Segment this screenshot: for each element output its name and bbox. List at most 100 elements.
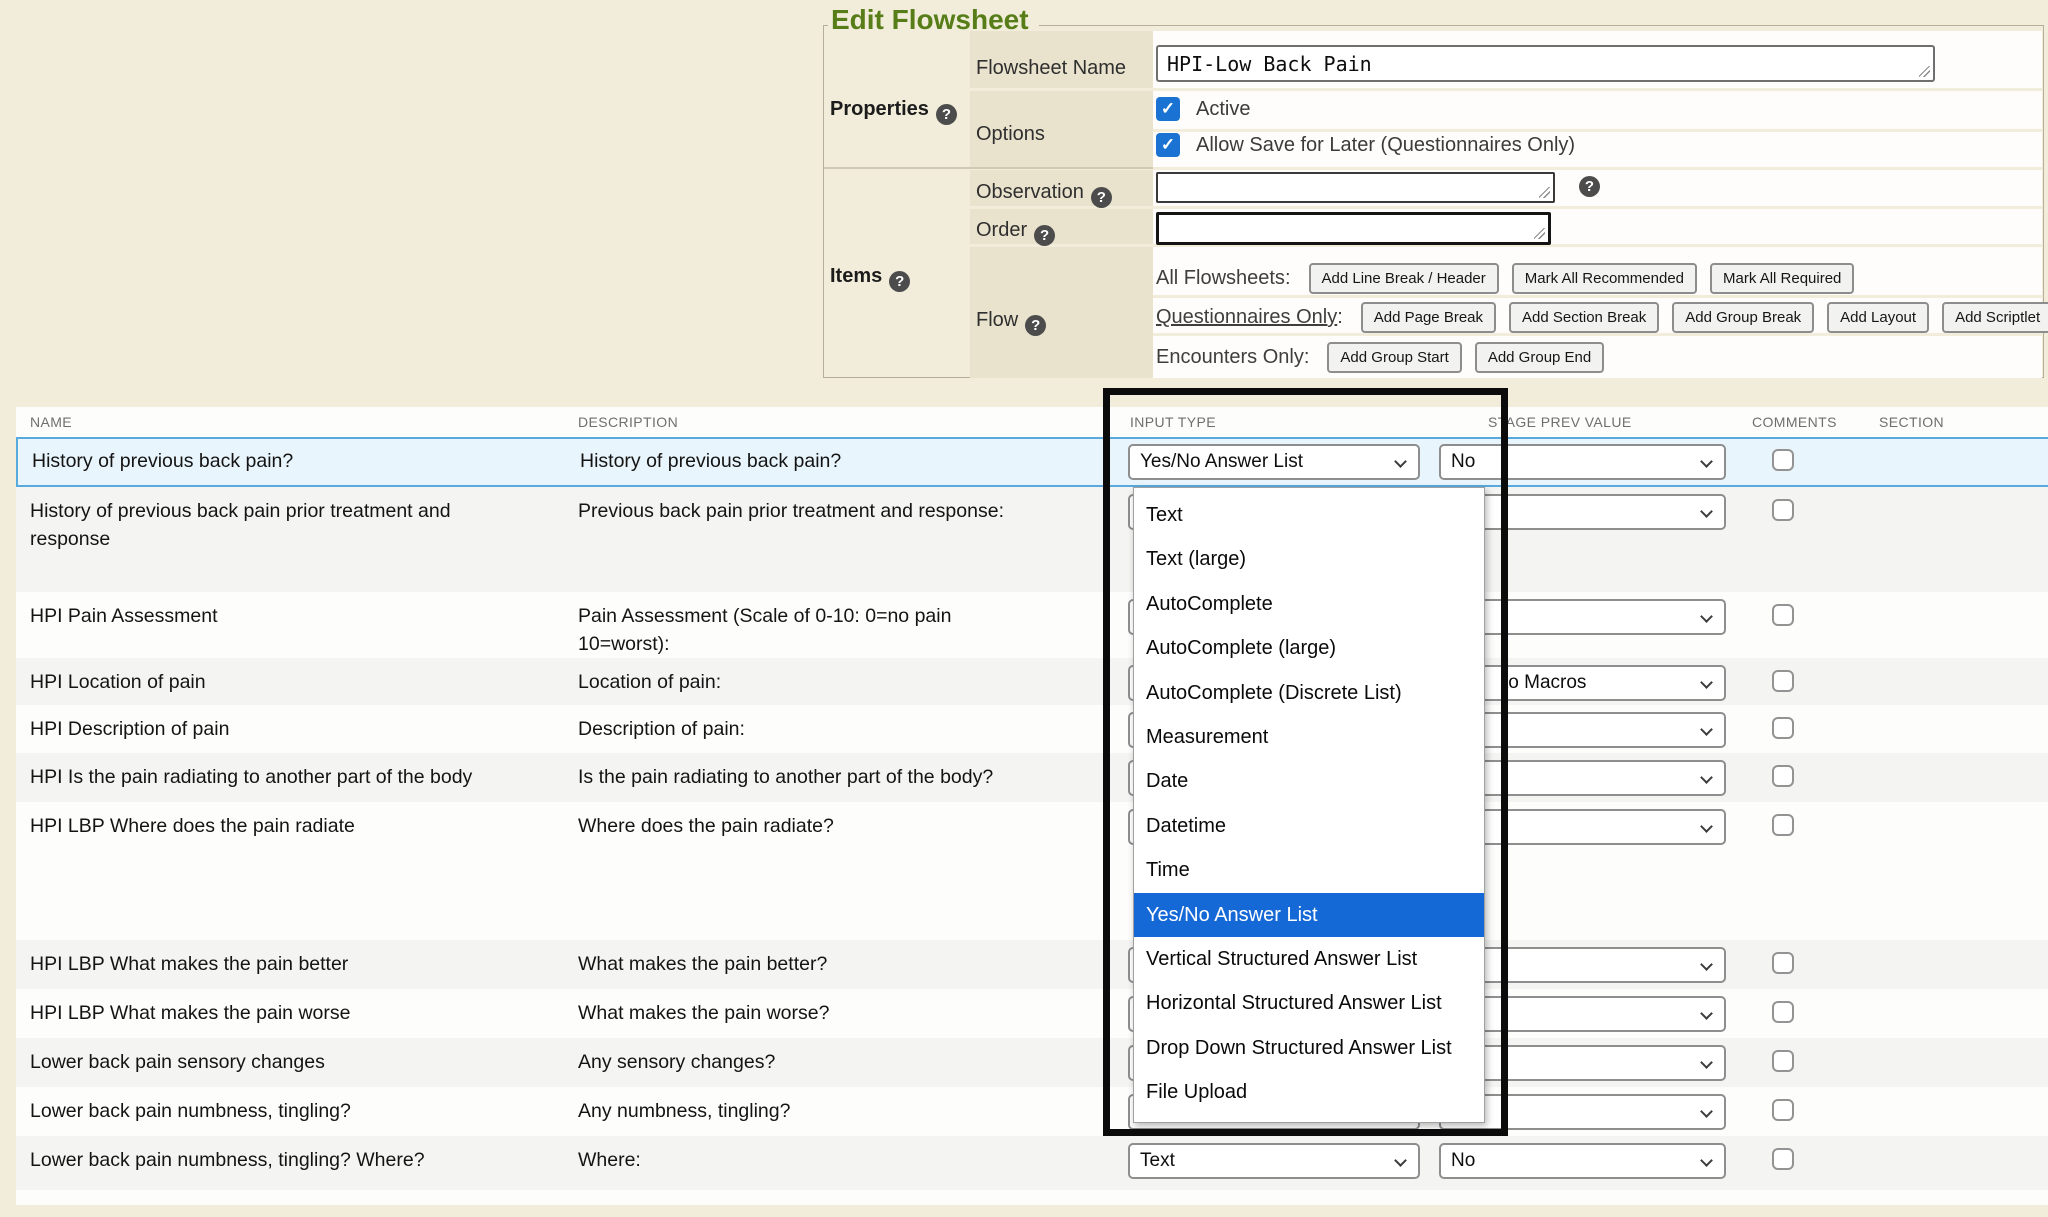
help-icon[interactable]: ? [1034,225,1055,246]
items-label-text: Items [830,265,882,287]
flow-action-button[interactable]: Add Section Break [1509,302,1659,333]
items-section-label: Items? [830,265,910,292]
flow-action-button[interactable]: Add Group Start [1327,342,1461,373]
dropdown-option[interactable]: File Upload [1134,1070,1484,1114]
column-header: STAGE PREV VALUE [1488,414,1632,430]
item-description: History of previous back pain? [580,447,1050,475]
table-header-row: NAMEDESCRIPTIONINPUT TYPESTAGE PREV VALU… [16,407,2048,437]
table-row[interactable]: History of previous back pain? History o… [16,437,2048,487]
flow-action-button[interactable]: Add Group Break [1672,302,1814,333]
item-name: HPI Is the pain radiating to another par… [30,763,545,791]
chevron-down-icon [1700,820,1713,833]
comments-checkbox[interactable] [1772,670,1794,692]
comments-checkbox[interactable] [1772,604,1794,626]
column-header: COMMENTS [1752,414,1837,430]
help-icon[interactable]: ? [936,104,957,125]
flowsheet-name-input[interactable]: HPI-Low Back Pain [1156,45,1935,82]
comments-checkbox[interactable] [1772,717,1794,739]
comments-checkbox[interactable] [1772,499,1794,521]
input-type-dropdown-list: TextText (large)AutoCompleteAutoComplete… [1133,487,1485,1123]
stage-prev-value-select[interactable]: No [1439,1143,1726,1179]
item-name: Lower back pain sensory changes [30,1048,545,1076]
table-row[interactable]: HPI Description of pain Description of p… [16,705,2048,753]
order-input[interactable] [1156,212,1551,245]
stage-prev-value-text: No [1451,1150,1475,1172]
flow-label: Flow? [976,309,1046,336]
dropdown-option[interactable]: Datetime [1134,804,1484,848]
stage-prev-value-select[interactable]: No [1439,444,1726,480]
table-row[interactable]: HPI Is the pain radiating to another par… [16,753,2048,802]
flow-action-button[interactable]: Mark All Recommended [1512,263,1697,294]
table-row[interactable]: HPI Location of pain Location of pain: t… [16,658,2048,705]
table-row[interactable]: HPI LBP Where does the pain radiate Wher… [16,802,2048,940]
table-row[interactable]: HPI Pain Assessment Pain Assessment (Sca… [16,592,2048,658]
item-description: Where does the pain radiate? [578,812,1048,840]
help-icon[interactable]: ? [889,271,910,292]
observation-label-text: Observation [976,181,1084,203]
flow-group-label-text: All Flowsheets [1156,267,1285,289]
comments-checkbox[interactable] [1772,1099,1794,1121]
row-bg [1153,91,2042,129]
flow-group-colon: : [1285,267,1291,289]
chevron-down-icon [1700,1007,1713,1020]
item-name: History of previous back pain? [32,447,547,475]
table-row[interactable]: HPI LBP What makes the pain better What … [16,940,2048,989]
flowsheet-name-label: Flowsheet Name [976,57,1126,80]
chevron-down-icon [1700,1105,1713,1118]
dropdown-option[interactable]: Text (large) [1134,537,1484,581]
input-type-select[interactable]: Yes/No Answer List [1128,444,1420,480]
column-header: DESCRIPTION [578,414,678,430]
input-type-select[interactable]: Text [1128,1143,1420,1179]
flow-action-button[interactable]: Add Layout [1827,302,1929,333]
dropdown-option[interactable]: Vertical Structured Answer List [1134,937,1484,981]
item-name: History of previous back pain prior trea… [30,497,545,553]
dropdown-option[interactable]: AutoComplete (Discrete List) [1134,671,1484,715]
observation-input[interactable] [1156,172,1555,203]
chevron-down-icon [1700,505,1713,518]
checked-checkbox[interactable]: ✓ [1156,97,1180,121]
section-divider [824,167,1153,169]
flowsheet-items-table: NAMEDESCRIPTIONINPUT TYPESTAGE PREV VALU… [16,407,2048,1205]
dropdown-option[interactable]: AutoComplete [1134,582,1484,626]
item-description: What makes the pain better? [578,950,1048,978]
table-row[interactable]: Lower back pain sensory changes Any sens… [16,1038,2048,1087]
dropdown-option[interactable]: Yes/No Answer List [1134,893,1484,937]
dropdown-option[interactable]: Date [1134,759,1484,803]
item-name: Lower back pain numbness, tingling? Wher… [30,1146,545,1174]
table-row[interactable]: History of previous back pain prior trea… [16,487,2048,592]
help-icon[interactable]: ? [1091,187,1112,208]
help-icon[interactable]: ? [1025,315,1046,336]
item-name: HPI LBP Where does the pain radiate [30,812,545,840]
comments-checkbox[interactable] [1772,1148,1794,1170]
comments-checkbox[interactable] [1772,1001,1794,1023]
flow-action-button[interactable]: Mark All Required [1710,263,1854,294]
comments-checkbox[interactable] [1772,814,1794,836]
flow-action-button[interactable]: Add Line Break / Header [1309,263,1499,294]
comments-checkbox[interactable] [1772,449,1794,471]
flow-action-button[interactable]: Add Group End [1475,342,1604,373]
help-icon[interactable]: ? [1579,176,1600,197]
chevron-down-icon [1700,958,1713,971]
flow-action-button[interactable]: Add Scriptlet [1942,302,2048,333]
dropdown-option[interactable]: Text [1134,493,1484,537]
dropdown-option[interactable]: Drop Down Structured Answer List [1134,1026,1484,1070]
table-row[interactable]: Lower back pain numbness, tingling? Wher… [16,1136,2048,1190]
flow-label-text: Flow [976,309,1018,331]
comments-checkbox[interactable] [1772,1050,1794,1072]
chevron-down-icon [1700,610,1713,623]
flow-action-button[interactable]: Add Page Break [1361,302,1496,333]
item-description: Any sensory changes? [578,1048,1048,1076]
input-type-value: Text [1140,1150,1175,1172]
item-description: Description of pain: [578,715,1048,743]
comments-checkbox[interactable] [1772,952,1794,974]
flow-group-label-text: Questionnaires Only [1156,306,1337,328]
dropdown-option[interactable]: Time [1134,848,1484,892]
dropdown-option[interactable]: AutoComplete (large) [1134,626,1484,670]
dropdown-option[interactable]: Measurement [1134,715,1484,759]
checked-checkbox[interactable]: ✓ [1156,133,1180,157]
table-row[interactable]: HPI LBP What makes the pain worse What m… [16,989,2048,1038]
table-row[interactable]: Lower back pain numbness, tingling? Any … [16,1087,2048,1136]
dropdown-option[interactable]: Horizontal Structured Answer List [1134,981,1484,1025]
item-name: HPI LBP What makes the pain worse [30,999,545,1027]
comments-checkbox[interactable] [1772,765,1794,787]
